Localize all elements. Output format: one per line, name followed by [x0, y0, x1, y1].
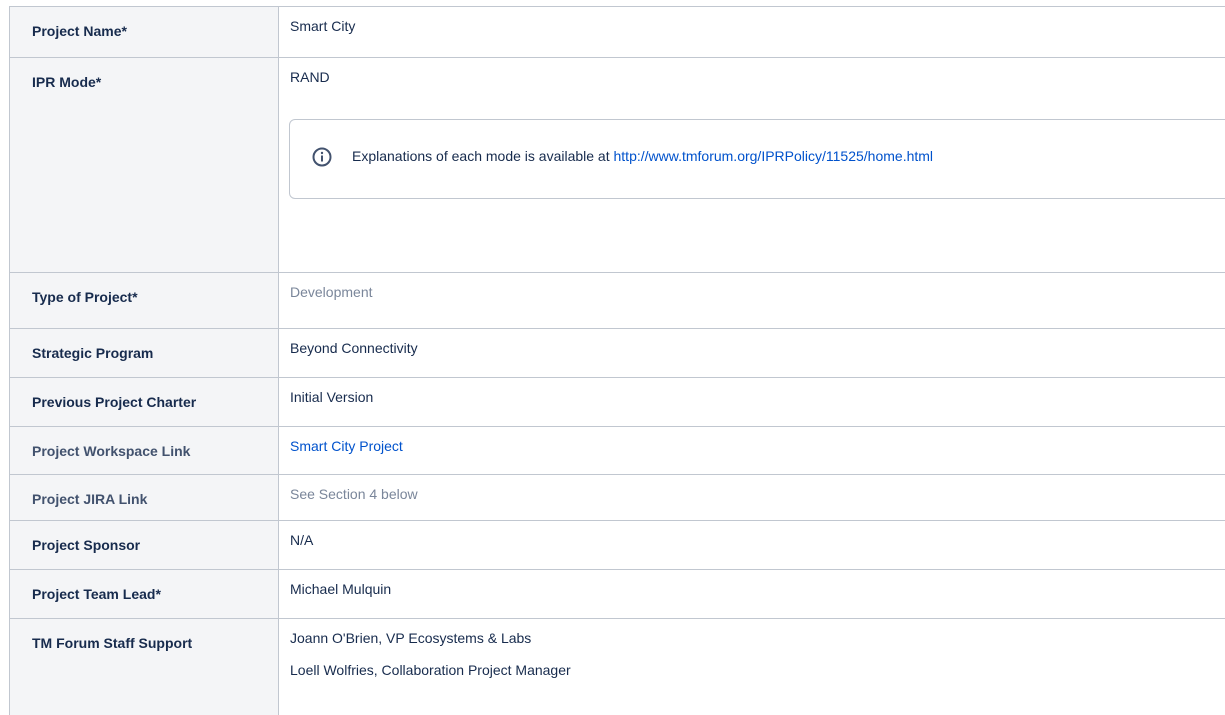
row-value-project-name: Smart City: [278, 6, 1225, 58]
row-value-staff-support: Joann O'Brien, VP Ecosystems & Labs Loel…: [278, 618, 1225, 715]
table-row: IPR Mode* RAND Explanations of each mode…: [9, 57, 1225, 273]
row-value-previous-charter: Initial Version: [278, 377, 1225, 427]
row-value-jira-link: See Section 4 below: [278, 474, 1225, 521]
row-key-workspace-link: Project Workspace Link: [9, 426, 279, 475]
row-value-strategic-program: Beyond Connectivity: [278, 328, 1225, 378]
row-key-sponsor: Project Sponsor: [9, 520, 279, 570]
row-key-previous-charter: Previous Project Charter: [9, 377, 279, 427]
table-row: TM Forum Staff Support Joann O'Brien, VP…: [9, 618, 1225, 715]
info-panel: Explanations of each mode is available a…: [289, 119, 1225, 199]
table-row: Project JIRA Link See Section 4 below: [9, 474, 1225, 521]
table-row: Project Workspace Link Smart City Projec…: [9, 426, 1225, 475]
row-value-workspace-link: Smart City Project: [278, 426, 1225, 475]
workspace-link[interactable]: Smart City Project: [279, 427, 1225, 454]
table-row: Project Name* Smart City: [9, 6, 1225, 58]
row-key-jira-link: Project JIRA Link: [9, 474, 279, 521]
table-row: Strategic Program Beyond Connectivity: [9, 328, 1225, 378]
row-key-strategic-program: Strategic Program: [9, 328, 279, 378]
info-message: Explanations of each mode is available a…: [352, 148, 934, 164]
table-row: Project Sponsor N/A: [9, 520, 1225, 570]
row-value-team-lead: Michael Mulquin: [278, 569, 1225, 619]
staff-member-2: Loell Wolfries, Collaboration Project Ma…: [290, 662, 571, 678]
table-row: Type of Project* Development: [9, 272, 1225, 329]
row-value-sponsor: N/A: [278, 520, 1225, 570]
row-key-type-of-project: Type of Project*: [9, 272, 279, 329]
info-circle-icon: [312, 147, 332, 167]
row-value-type-of-project: Development: [278, 272, 1225, 329]
row-key-team-lead: Project Team Lead*: [9, 569, 279, 619]
row-key-project-name: Project Name*: [9, 6, 279, 58]
table-row: Project Team Lead* Michael Mulquin: [9, 569, 1225, 619]
row-value-ipr-mode: RAND Explanations of each mode is availa…: [278, 57, 1225, 273]
project-charter-table: Project Name* Smart City IPR Mode* RAND …: [9, 6, 1225, 715]
row-key-staff-support: TM Forum Staff Support: [9, 618, 279, 715]
table-row: Previous Project Charter Initial Version: [9, 377, 1225, 427]
staff-member-1: Joann O'Brien, VP Ecosystems & Labs: [290, 630, 532, 646]
project-charter-page: Project Name* Smart City IPR Mode* RAND …: [0, 0, 1225, 715]
ipr-policy-link[interactable]: http://www.tmforum.org/IPRPolicy/11525/h…: [614, 148, 934, 164]
row-key-ipr-mode: IPR Mode*: [9, 57, 279, 273]
